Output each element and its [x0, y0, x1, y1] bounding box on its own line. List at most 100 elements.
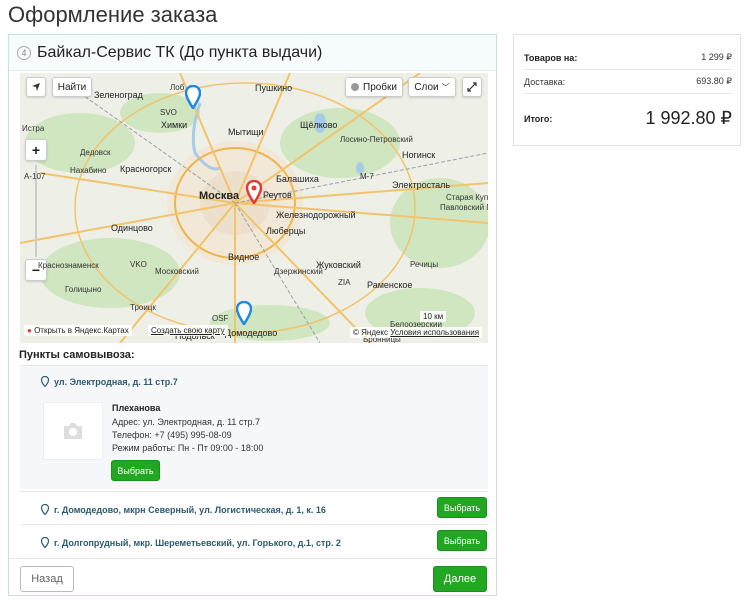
pickup-pin-elektrodnaya[interactable] — [246, 180, 262, 204]
pickup-map[interactable]: Найти Пробки Слои ﹀ + − Зеленоград Лоб П… — [20, 73, 488, 343]
pickup-point-photo — [43, 402, 103, 460]
geolocation-button[interactable] — [26, 77, 46, 97]
map-label-vidnoe: Видное — [228, 252, 260, 262]
pickup-point-hours: Режим работы: Пн - Пт 09:00 - 18:00 — [112, 443, 264, 453]
map-label-staraya-kupavna: Старая Купавна — [446, 193, 488, 202]
location-pin-icon — [41, 376, 49, 387]
pickup-point-active[interactable]: ул. Электродная, д. 11 стр.7 Плеханова А… — [20, 365, 488, 489]
map-label-shchelkovo: Щёлково — [300, 120, 338, 130]
copyright-text: © Яндекс — [353, 328, 389, 337]
pickup-point-row[interactable]: г. Долгопрудный, мкр. Шереметьевский, ул… — [20, 524, 488, 557]
map-scale: 10 км — [420, 311, 447, 322]
map-label-nakhabino: Нахабино — [70, 166, 107, 175]
open-yandex-label: Открыть в Яндекс.Картах — [34, 326, 129, 335]
pickup-point-address: ул. Электродная, д. 11 стр.7 — [41, 376, 178, 387]
pickup-pin-domodedovo[interactable] — [236, 301, 252, 325]
summary-total-value: 1 992.80 ₽ — [645, 108, 732, 128]
map-label-istra: Истра — [22, 124, 45, 133]
traffic-label: Пробки — [363, 81, 397, 93]
layers-label: Слои — [414, 81, 439, 93]
summary-delivery-label: Доставка: — [524, 76, 566, 87]
map-label-reutov: Реутов — [263, 190, 292, 200]
pickup-point-name: Плеханова — [112, 403, 161, 413]
expand-icon — [467, 82, 477, 92]
pickup-pin-dolgoprudny[interactable] — [185, 85, 201, 109]
map-pin-icon: ● — [27, 326, 32, 335]
summary-delivery-value: 693.80 ₽ — [696, 76, 732, 86]
pickup-point-info: Плеханова Адрес: ул. Электродная, д. 11 … — [112, 402, 263, 455]
chevron-down-icon: ﹀ — [441, 82, 450, 92]
map-label-domodedovo: Домодедово — [225, 328, 278, 338]
map-label-zelenograd: Зеленоград — [94, 90, 143, 100]
summary-total-row: Итого: 1 992.80 ₽ — [524, 108, 732, 129]
pickup-point-phone: Телефон: +7 (495) 995-08-09 — [112, 430, 232, 440]
map-label-moscow: Москва — [199, 190, 240, 202]
summary-divider — [524, 69, 732, 70]
map-label-lyubertsy: Люберцы — [266, 226, 306, 236]
map-label-svo: SVO — [160, 108, 177, 117]
summary-delivery-row: Доставка: 693.80 ₽ — [524, 76, 732, 87]
panel-footer: Назад Далее — [9, 558, 496, 596]
map-label-moskovsky: Московский — [155, 267, 199, 276]
map-label-m7: M-7 — [360, 172, 374, 181]
delivery-panel-header: 4 Байкал-Сервис ТК (До пункта выдачи) — [9, 35, 496, 71]
traffic-button[interactable]: Пробки — [345, 77, 403, 97]
map-label-a107: A-107 — [24, 172, 46, 181]
step-number: 4 — [17, 45, 31, 60]
map-label-khimki: Химки — [161, 120, 188, 130]
map-find-button[interactable]: Найти — [52, 77, 92, 97]
map-label-zheleznodorozhny: Железнодорожный — [276, 210, 356, 220]
map-background — [20, 73, 488, 343]
delivery-panel-title: Байкал-Сервис ТК (До пункта выдачи) — [37, 43, 323, 61]
map-label-krasnogorsk: Красногорск — [120, 164, 172, 174]
map-label-losino: Лосино-Петровский — [340, 135, 413, 144]
map-label-ramenskoe: Раменское — [367, 280, 413, 290]
summary-total-label: Итого: — [524, 113, 553, 124]
map-copyright: © Яндекс Условия использования — [350, 327, 483, 338]
map-label-elektrostal: Электросталь — [392, 180, 451, 190]
delivery-panel: 4 Байкал-Сервис ТК (До пункта выдачи) На… — [8, 34, 497, 596]
map-label-golitsyno: Голицыно — [65, 285, 102, 294]
pickup-points-title: Пункты самовывоза: — [19, 349, 135, 361]
select-pickup-button[interactable]: Выбрать — [437, 530, 487, 551]
pickup-point-address-text: г. Долгопрудный, мкр. Шереметьевский, ул… — [54, 537, 341, 548]
select-pickup-button[interactable]: Выбрать — [437, 497, 487, 518]
map-label-lob: Лоб — [170, 83, 185, 92]
terms-link[interactable]: Условия использования — [390, 328, 479, 337]
location-arrow-icon — [32, 83, 40, 91]
layers-button[interactable]: Слои ﹀ — [408, 77, 456, 97]
traffic-light-icon — [351, 83, 359, 91]
map-label-odintsovo: Одинцово — [111, 223, 153, 233]
order-summary: Товаров на: 1 299 ₽ Доставка: 693.80 ₽ И… — [513, 34, 741, 146]
page-title: Оформление заказа — [8, 2, 218, 27]
map-label-rechitsy: Речицы — [410, 260, 439, 269]
fullscreen-button[interactable] — [462, 77, 482, 97]
select-pickup-button[interactable]: Выбрать — [111, 460, 160, 481]
summary-goods-label: Товаров на: — [524, 52, 578, 63]
map-label-vko: VKO — [130, 260, 147, 269]
map-label-pushkino: Пушкино — [255, 83, 293, 93]
pickup-point-row[interactable]: г. Домодедово, мкрн Северный, ул. Логист… — [20, 491, 488, 524]
map-label-zhukovsky: Жуковский — [316, 260, 361, 270]
next-button[interactable]: Далее — [433, 566, 487, 592]
map-label-krasnoznamensk: Краснознаменск — [38, 261, 99, 270]
map-label-balashikha: Балашиха — [276, 174, 319, 184]
pickup-point-address-text: г. Домодедово, мкрн Северный, ул. Логист… — [54, 504, 326, 515]
map-label-posad: Павловский Посад — [440, 203, 488, 212]
open-yandex-maps-link[interactable]: ● Открыть в Яндекс.Картах — [24, 325, 132, 336]
summary-goods-row: Товаров на: 1 299 ₽ — [524, 52, 732, 63]
summary-divider — [524, 93, 732, 94]
back-button[interactable]: Назад — [20, 566, 74, 592]
pickup-point-address: г. Домодедово, мкрн Северный, ул. Логист… — [41, 504, 326, 515]
map-label-mytishchi: Мытищи — [228, 127, 264, 137]
summary-goods-value: 1 299 ₽ — [701, 52, 732, 62]
map-label-dedovsk: Дедовск — [80, 148, 111, 157]
location-pin-icon — [41, 537, 49, 548]
pickup-point-address-text: ул. Электродная, д. 11 стр.7 — [54, 376, 178, 387]
map-label-zia: ZIA — [338, 278, 351, 287]
map-label-troitsk: Троицк — [130, 303, 156, 312]
create-map-link[interactable]: Создать свою карту — [148, 325, 228, 336]
camera-icon — [64, 423, 82, 439]
pickup-point-address: г. Долгопрудный, мкр. Шереметьевский, ул… — [41, 537, 341, 548]
zoom-in-button[interactable]: + — [25, 139, 47, 161]
